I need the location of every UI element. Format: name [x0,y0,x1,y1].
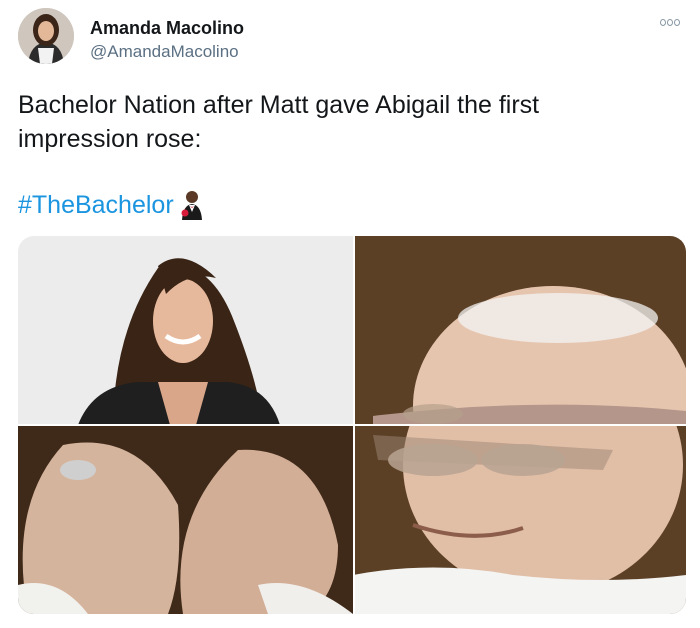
man-closing-eyes-bottom-image[interactable] [353,425,686,614]
avatar[interactable] [18,8,74,64]
media-divider-horizontal [18,424,686,426]
media-grid[interactable] [18,236,686,614]
more-options-icon[interactable] [660,14,680,30]
man-closing-eyes-top-image[interactable] [353,236,686,425]
hashtag-link[interactable]: #TheBachelor [18,188,174,222]
tweet-text: Bachelor Nation after Matt gave Abigail … [18,91,540,153]
man-in-tuxedo-emoji-icon [180,190,204,220]
author-handle[interactable]: @AmandaMacolino [90,42,239,62]
hashtag-line: #TheBachelor [18,188,204,222]
hands-holding-image[interactable] [18,425,353,614]
woman-portrait-image[interactable] [18,236,353,425]
tweet-header: Amanda Macolino @AmandaMacolino [18,6,682,66]
author-name[interactable]: Amanda Macolino [90,18,244,39]
